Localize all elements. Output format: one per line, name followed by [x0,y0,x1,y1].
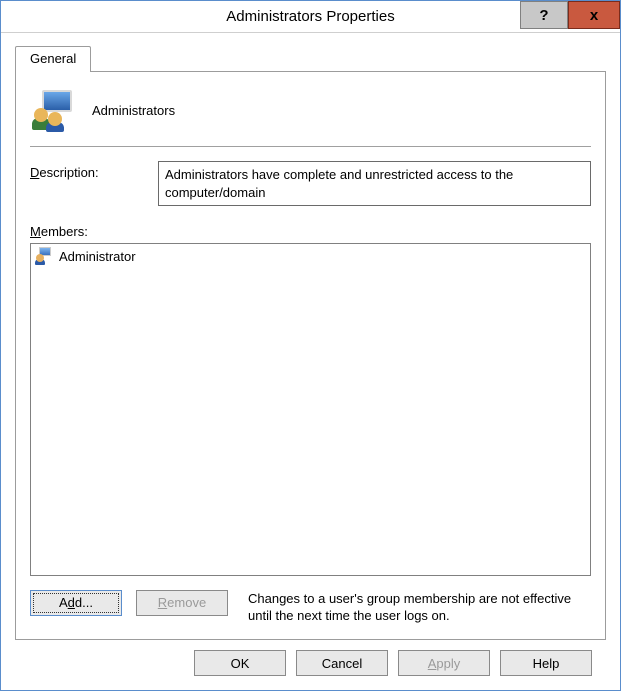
tabpanel-general: Administrators Description: Administrato… [15,71,606,640]
help-button[interactable]: Help [500,650,592,676]
tab-label: General [30,51,76,66]
apply-button[interactable]: Apply [398,650,490,676]
cancel-button[interactable]: Cancel [296,650,388,676]
description-field[interactable]: Administrators have complete and unrestr… [158,161,591,206]
client-area: General Administrators Description: Admi… [1,33,620,690]
remove-button[interactable]: Remove [136,590,228,616]
members-buttons-row: Add... Remove Changes to a user's group … [30,590,591,625]
context-help-button[interactable]: ? [520,1,568,29]
close-icon: x [590,7,598,24]
cancel-button-label: Cancel [322,656,362,671]
dialog-button-row: OK Cancel Apply Help [15,640,606,676]
members-label: Members: [30,224,591,239]
group-header: Administrators [30,86,591,144]
ok-button-label: OK [231,656,250,671]
member-name: Administrator [59,249,136,264]
apply-button-label: Apply [428,656,461,671]
add-button[interactable]: Add... [30,590,122,616]
properties-dialog: Administrators Properties ? x General [0,0,621,691]
description-label: Description: [30,161,140,180]
user-icon [35,247,53,265]
ok-button[interactable]: OK [194,650,286,676]
remove-button-label: Remove [158,595,206,610]
titlebar-buttons: ? x [520,1,620,29]
group-icon [32,90,76,130]
add-button-label: Add... [59,595,93,610]
question-icon: ? [539,7,548,24]
members-list[interactable]: Administrator [30,243,591,576]
separator [30,146,591,147]
group-name: Administrators [92,103,175,118]
list-item[interactable]: Administrator [33,246,588,266]
description-row: Description: Administrators have complet… [30,161,591,206]
tab-general[interactable]: General [15,46,91,72]
help-button-label: Help [533,656,560,671]
membership-note: Changes to a user's group membership are… [242,590,591,625]
titlebar: Administrators Properties ? x [1,1,620,33]
close-button[interactable]: x [568,1,620,29]
tabstrip: General [15,45,606,71]
